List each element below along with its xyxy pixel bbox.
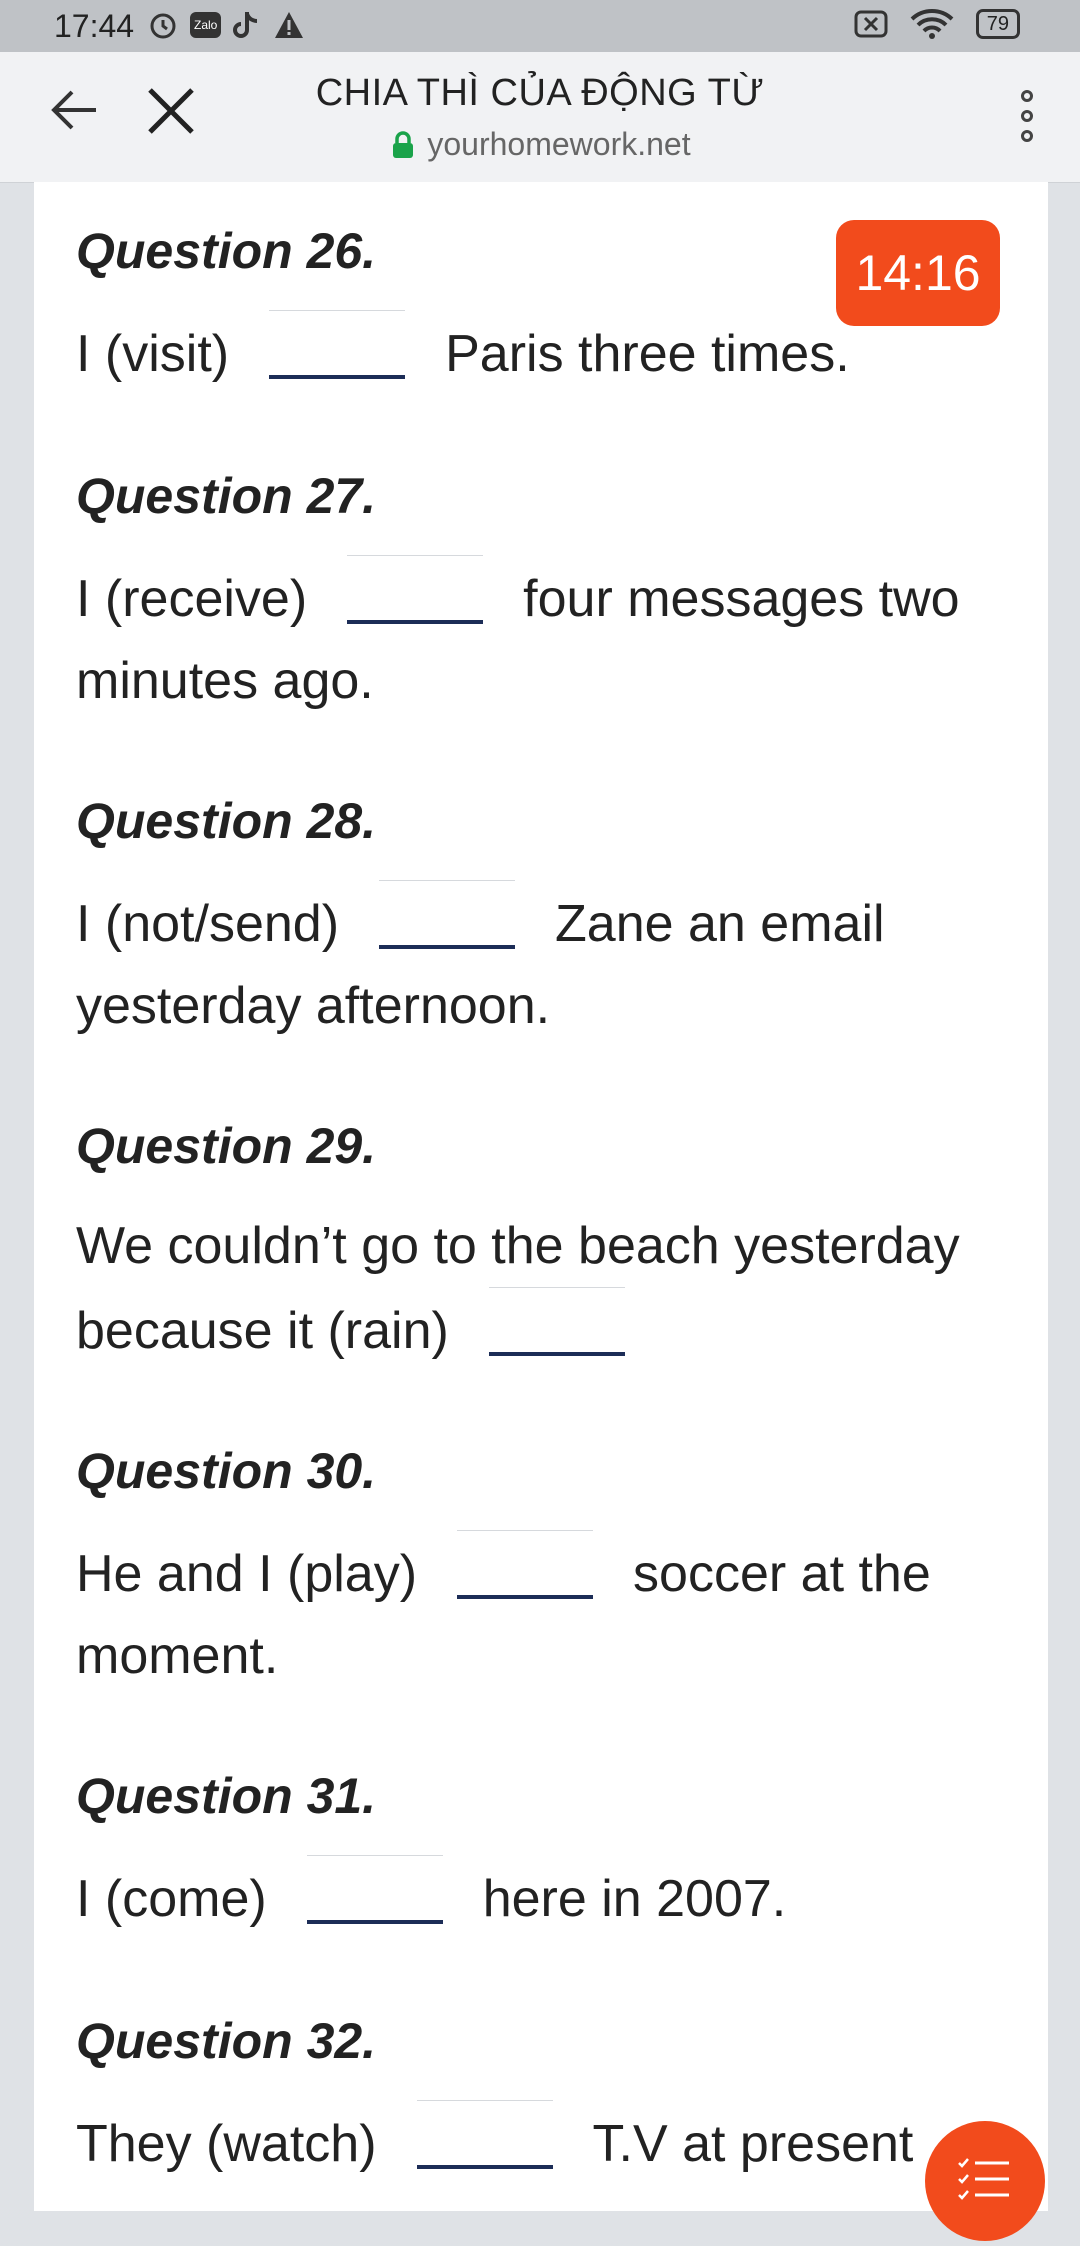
status-time: 17:44 <box>54 8 135 44</box>
answer-blank[interactable] <box>347 555 484 624</box>
answer-blank[interactable] <box>379 880 516 949</box>
answer-blank[interactable] <box>488 1287 625 1356</box>
question-text: They (watch) T.V at present <box>76 2100 1036 2185</box>
question-text: I (not/send) Zane an email yesterday afte… <box>76 880 1036 1047</box>
question-text: I (visit) Paris three times. <box>76 310 1036 395</box>
url-display[interactable]: yourhomework.net <box>0 126 1080 163</box>
answer-blank[interactable] <box>269 310 406 379</box>
question-prompt: He and I (play) <box>76 1545 418 1603</box>
zalo-icon: Zalo <box>190 12 222 38</box>
page-title: CHIA THÌ CỦA ĐỘNG TỪ <box>315 72 765 114</box>
question-list-button[interactable] <box>925 2121 1045 2241</box>
warning-icon <box>275 12 304 38</box>
lock-icon <box>393 130 414 158</box>
question-continuation: here in 2007. <box>482 1870 787 1928</box>
question-heading: Question 28. <box>76 793 377 849</box>
question-text: He and I (play) soccer at the moment. <box>76 1530 1036 1697</box>
question-continuation: Paris three times. <box>445 325 850 383</box>
question-text: We couldn’t go to the beach yesterday be… <box>76 1205 1036 1372</box>
question-heading: Question 30. <box>76 1443 377 1499</box>
browser-app-bar: CHIA THÌ CỦA ĐỘNG TỪ yourhomework.net <box>0 52 1080 183</box>
question-text: I (come) here in 2007. <box>76 1855 1036 1940</box>
question-26: Question 26. I (visit) Paris three times. <box>76 222 1036 395</box>
url-text: yourhomework.net <box>427 126 691 162</box>
sim-blocked-icon <box>854 10 888 38</box>
answer-blank[interactable] <box>416 2100 553 2169</box>
question-30: Question 30. He and I (play) soccer at th… <box>76 1442 1036 1697</box>
status-system-icons: 79 <box>854 8 1020 40</box>
alarm-icon <box>150 13 176 39</box>
tiktok-icon <box>233 12 258 38</box>
status-notification-icons: Zalo <box>148 10 305 40</box>
question-heading: Question 31. <box>76 1768 377 1824</box>
question-31: Question 31. I (come) here in 2007. <box>76 1767 1036 1940</box>
answer-blank[interactable] <box>457 1530 594 1599</box>
question-heading: Question 27. <box>76 468 377 524</box>
question-prompt: I (visit) <box>76 325 230 383</box>
question-continuation: T.V at present <box>592 2115 914 2173</box>
status-bar: 17:44 Zalo 79 <box>0 0 1080 52</box>
more-options-icon[interactable] <box>1012 86 1042 146</box>
question-prompt: They (watch) <box>76 2115 377 2173</box>
question-prompt: I (come) <box>76 1870 267 1928</box>
question-prompt: I (receive) <box>76 570 308 628</box>
question-prompt: I (not/send) <box>76 895 340 953</box>
checklist-icon <box>958 2158 1009 2200</box>
quiz-content: 14:16 Question 26. I (visit) Paris three … <box>34 182 1048 2211</box>
battery-icon: 79 <box>975 9 1020 39</box>
question-heading: Question 29. <box>76 1118 377 1174</box>
wifi-icon <box>910 9 954 39</box>
question-text: I (receive) four messages two minutes ago… <box>76 555 1036 722</box>
question-27: Question 27. I (receive) four messages tw… <box>76 467 1036 722</box>
question-heading: Question 26. <box>76 223 377 279</box>
answer-blank[interactable] <box>306 1855 443 1924</box>
question-heading: Question 32. <box>76 2013 377 2069</box>
question-32: Question 32. They (watch) T.V at present <box>76 2012 1036 2185</box>
question-29: Question 29. We couldn’t go to the beach… <box>76 1117 1036 1372</box>
question-28: Question 28. I (not/send) Zane an email y… <box>76 792 1036 1047</box>
